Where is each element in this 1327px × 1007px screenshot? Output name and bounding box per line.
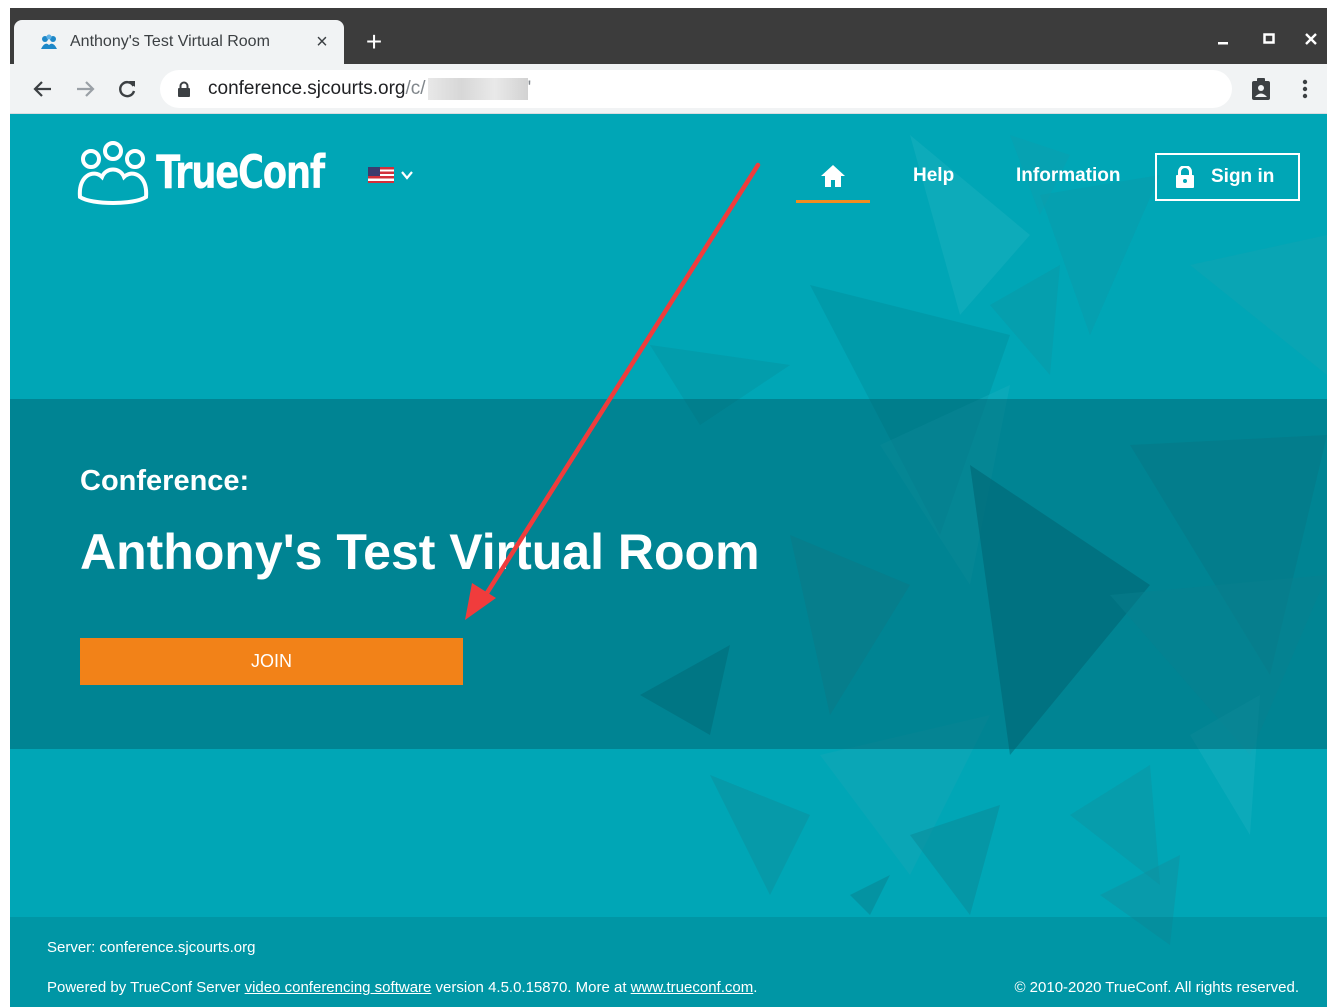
url-host: conference.sjcourts.org	[208, 78, 406, 99]
nav-home-button[interactable]	[796, 151, 870, 203]
browser-menu-icon[interactable]	[1292, 76, 1318, 102]
clipboard-extension-icon[interactable]	[1248, 76, 1274, 102]
footer-powered-suffix: .	[753, 979, 758, 996]
lock-icon	[176, 81, 192, 97]
footer-powered-by: Powered by TrueConf Server video confere…	[47, 979, 757, 996]
browser-window: Anthony's Test Virtual Room × + conferen…	[10, 8, 1327, 1007]
browser-tab[interactable]: Anthony's Test Virtual Room ×	[14, 20, 344, 64]
site-header: TrueConf Help Information Sign in	[10, 115, 1327, 225]
address-bar[interactable]: conference.sjcourts.org/c/ '	[160, 70, 1232, 108]
conference-title: Anthony's Test Virtual Room	[80, 524, 760, 580]
reload-icon[interactable]	[112, 74, 142, 104]
footer-version-text: version 4.5.0.15870. More at	[431, 979, 631, 996]
trueconf-site-link[interactable]: www.trueconf.com	[631, 979, 754, 996]
maximize-icon[interactable]	[1256, 26, 1282, 52]
minimize-icon[interactable]	[1210, 26, 1236, 52]
url-tail: '	[527, 78, 532, 99]
chevron-down-icon	[401, 171, 413, 180]
url-redacted-segment	[427, 78, 528, 100]
language-selector[interactable]	[368, 167, 414, 183]
tab-close-icon[interactable]: ×	[312, 32, 332, 52]
close-window-icon[interactable]	[1298, 26, 1324, 52]
sign-in-label: Sign in	[1211, 166, 1275, 187]
home-icon	[821, 164, 845, 187]
video-conferencing-software-link[interactable]: video conferencing software	[245, 979, 432, 996]
us-flag-icon	[368, 167, 394, 183]
forward-arrow-icon[interactable]	[70, 74, 100, 104]
trueconf-logo[interactable]: TrueConf	[74, 137, 371, 207]
trueconf-favicon-icon	[40, 33, 58, 51]
url-path: /c/	[405, 78, 426, 99]
nav-information-link[interactable]: Information	[1016, 165, 1121, 187]
page-footer: Server: conference.sjcourts.org Powered …	[10, 917, 1327, 1007]
footer-powered-prefix: Powered by TrueConf Server	[47, 979, 245, 996]
lock-icon	[1176, 166, 1194, 188]
sign-in-button[interactable]: Sign in	[1155, 153, 1300, 201]
conference-label: Conference:	[80, 465, 250, 497]
footer-copyright: © 2010-2020 TrueConf. All rights reserve…	[1014, 979, 1299, 996]
nav-help-link[interactable]: Help	[913, 165, 954, 187]
browser-toolbar: conference.sjcourts.org/c/ '	[10, 64, 1327, 114]
join-button[interactable]: JOIN	[80, 638, 463, 685]
logo-text: TrueConf	[156, 145, 325, 199]
new-tab-button[interactable]: +	[360, 28, 388, 56]
page-content: TrueConf Help Information Sign in Confer…	[10, 115, 1327, 1007]
tab-title: Anthony's Test Virtual Room	[70, 33, 270, 50]
trueconf-people-logo-icon	[77, 141, 149, 205]
browser-titlebar: Anthony's Test Virtual Room × +	[10, 8, 1327, 64]
footer-server: Server: conference.sjcourts.org	[47, 939, 256, 956]
back-arrow-icon[interactable]	[28, 74, 58, 104]
